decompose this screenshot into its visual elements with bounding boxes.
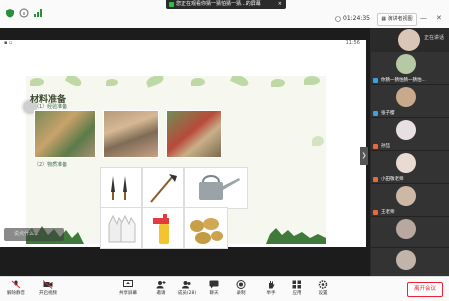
video-off-icon — [43, 280, 53, 289]
mic-muted-icon — [373, 144, 378, 149]
avatar — [396, 87, 416, 107]
mic-off-icon — [11, 280, 21, 289]
slide-section-experience: （1）经验准备 — [34, 104, 68, 110]
record-label: 录制 — [236, 291, 246, 296]
slide-grass-decoration — [26, 226, 326, 244]
participant-tile[interactable] — [371, 217, 449, 248]
invite-button[interactable]: 邀请 — [150, 280, 172, 296]
participant-tile[interactable]: 王老师 — [371, 184, 449, 217]
avatar — [396, 54, 416, 74]
chat-label: 聊天 — [209, 291, 219, 296]
participant-name: 你猜一猜怕猜一猜怕... — [381, 78, 426, 83]
phone-status-icons: ▪ ▫ — [4, 40, 13, 46]
members-button[interactable]: 成员(28) — [176, 280, 198, 296]
slide-image-watering-can — [184, 167, 248, 209]
slide-photo-kid-planting — [166, 110, 222, 158]
members-icon — [182, 281, 191, 289]
phone-time: 11:56 — [345, 40, 360, 46]
grid-icon: ▦ — [381, 16, 387, 22]
chat-icon — [209, 280, 219, 289]
avatar — [396, 250, 416, 270]
participant-name: 小田敬老师 — [381, 177, 404, 182]
share-screen-icon — [123, 280, 133, 287]
participant-tile[interactable]: 张子樱 — [371, 85, 449, 118]
participant-tile[interactable]: 你猜一猜怕猜一猜怕... — [371, 52, 449, 85]
shield-icon[interactable] — [5, 8, 15, 18]
signal-icon[interactable] — [33, 8, 43, 18]
info-icon[interactable] — [19, 8, 29, 18]
mic-muted-icon — [373, 177, 378, 182]
unmute-button[interactable]: 解除静音 — [5, 280, 27, 296]
participant-tile[interactable]: 小田敬老师 — [371, 151, 449, 184]
mic-muted-icon — [373, 210, 378, 215]
chat-button[interactable]: 聊天 — [203, 280, 225, 296]
share-banner: 您正在观看你猜一猜怕猜一猜...的屏幕 × — [166, 0, 286, 9]
leave-meeting-button[interactable]: 离开会议 — [407, 282, 443, 297]
speaker-view-label: 演讲者视图 — [387, 16, 413, 22]
raise-hand-button[interactable]: 举手 — [260, 280, 282, 296]
settings-label: 设置 — [318, 291, 328, 296]
avatar — [396, 219, 416, 239]
participant-name: 孙喆 — [381, 144, 390, 149]
minimize-button[interactable]: — — [420, 14, 427, 22]
clock-icon — [335, 16, 341, 22]
unmute-label: 解除静音 — [7, 291, 25, 296]
slide-section-materials: （2）物质准备 — [34, 162, 68, 168]
raise-hand-label: 举手 — [266, 291, 276, 296]
settings-button[interactable]: 设置 — [312, 280, 334, 296]
close-window-button[interactable]: ✕ — [436, 14, 442, 22]
collapse-panel-button[interactable]: ❯ — [360, 147, 368, 165]
gear-icon — [318, 280, 328, 289]
share-screen-label: 共享屏幕 — [119, 291, 137, 296]
slide-image-shovels — [100, 167, 142, 209]
record-icon — [236, 280, 246, 289]
participant-name: 张子樱 — [381, 111, 395, 116]
phone-status-bar: ▪ ▫ 11:56 — [0, 40, 366, 48]
speaking-indicator: 正在讲话 — [424, 35, 445, 41]
avatar — [396, 186, 416, 206]
invite-label: 邀请 — [156, 291, 166, 296]
screen-share-icon — [169, 2, 174, 7]
start-video-label: 开启视频 — [39, 291, 57, 296]
mic-icon — [373, 78, 378, 83]
participant-tile[interactable] — [371, 248, 449, 277]
slide-photo-kids-soil — [103, 110, 159, 158]
avatar — [396, 120, 416, 140]
comment-input[interactable]: 说点什么... — [4, 228, 64, 241]
slide-image-hoe — [142, 167, 184, 209]
record-button[interactable]: 录制 — [230, 280, 252, 296]
meeting-timer: 01:24:35 — [343, 15, 370, 22]
share-screen-button[interactable]: 共享屏幕 — [117, 280, 139, 296]
apps-icon — [292, 280, 301, 289]
members-label: 成员(28) — [177, 291, 197, 296]
mic-icon — [373, 111, 378, 116]
share-banner-text: 您正在观看你猜一猜怕猜一猜...的屏幕 — [176, 1, 261, 7]
hand-icon — [269, 281, 275, 289]
speaker-view-button[interactable]: ▦ 演讲者视图 — [377, 13, 417, 26]
comment-placeholder: 说点什么... — [14, 231, 39, 237]
start-video-button[interactable]: 开启视频 — [37, 280, 59, 296]
close-icon[interactable]: × — [278, 0, 282, 9]
invite-icon — [156, 281, 166, 289]
apps-button[interactable]: 应用 — [286, 280, 308, 296]
avatar — [396, 153, 416, 173]
participant-name: 王老师 — [381, 210, 395, 215]
slide-photo-kids-garden — [34, 110, 96, 158]
apps-label: 应用 — [292, 291, 302, 296]
participant-tile[interactable]: 孙喆 — [371, 118, 449, 151]
active-speaker-avatar — [398, 29, 420, 51]
